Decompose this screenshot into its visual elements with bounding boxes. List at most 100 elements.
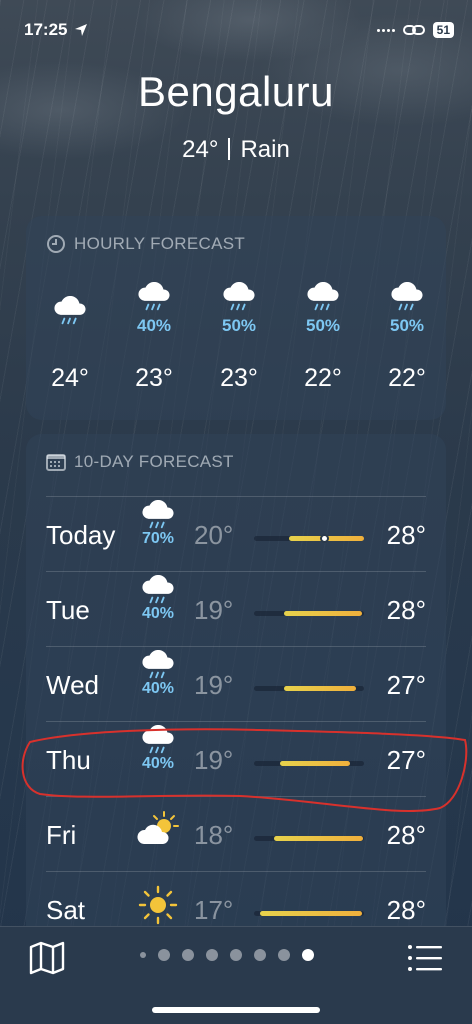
day-name: Today — [46, 520, 116, 550]
temperature-range-bar — [254, 911, 364, 916]
cloud-rain-icon — [223, 282, 255, 311]
cloud-rain-icon — [142, 500, 174, 529]
cloud-rain-icon — [54, 296, 86, 325]
temperature-range-fill — [284, 611, 362, 616]
hourly-precip: 50% — [389, 316, 425, 335]
page-dot[interactable] — [278, 949, 290, 961]
day-icon: 70% — [136, 500, 180, 548]
day-low-temp: 18° — [194, 820, 234, 850]
page-dot[interactable] — [254, 949, 266, 961]
cloud-rain-icon — [142, 650, 174, 679]
day-high-temp: 27° — [386, 670, 426, 700]
day-precip: 70% — [141, 530, 175, 547]
day-icon: 40% — [136, 650, 180, 698]
temperature-range-fill — [280, 761, 350, 766]
page-dot[interactable] — [302, 949, 314, 961]
bottom-toolbar — [0, 926, 472, 1024]
page-dot[interactable] — [158, 949, 170, 961]
hourly-temp: 23° — [135, 364, 173, 392]
ten-day-forecast-card[interactable]: 10-DAY FORECAST Today 70% 20° 28° Tue 40% 19° 2… — [26, 434, 446, 954]
hourly-item: 50% — [377, 282, 437, 336]
clock-icon — [47, 235, 65, 253]
hourly-precip: 50% — [221, 316, 257, 335]
cloud-rain-icon — [391, 282, 423, 311]
daily-row-wed[interactable]: Wed 40% 19° 27° — [26, 646, 446, 720]
signal-icon — [376, 28, 395, 32]
link-icon — [402, 25, 425, 35]
day-name: Fri — [46, 820, 77, 850]
map-icon — [29, 941, 65, 975]
hourly-forecast-card[interactable]: HOURLY FORECAST 24° 40% 23° 50% 23° 50% 22° 50%… — [26, 216, 446, 420]
hourly-item: 40% — [124, 282, 184, 336]
calendar-icon — [46, 454, 66, 471]
cloud-rain-icon — [142, 725, 174, 754]
temperature-range-bar — [254, 836, 364, 841]
day-precip: 40% — [141, 605, 175, 622]
page-dot[interactable] — [206, 949, 218, 961]
cloud-rain-icon — [138, 282, 170, 311]
current-summary: 24° Rain — [0, 136, 472, 164]
hourly-forecast-title: HOURLY FORECAST — [74, 234, 246, 253]
day-low-temp: 19° — [194, 595, 234, 625]
daily-row-thu[interactable]: Thu 40% 19° 27° — [26, 721, 446, 795]
temperature-range-fill — [274, 836, 363, 841]
map-button[interactable] — [28, 941, 66, 975]
page-dot[interactable] — [230, 949, 242, 961]
day-low-temp: 20° — [194, 520, 234, 550]
city-list-button[interactable] — [406, 941, 444, 975]
day-high-temp: 28° — [386, 820, 426, 850]
day-icon — [136, 810, 180, 848]
hourly-temp: 24° — [51, 364, 89, 392]
temperature-range-bar — [254, 611, 364, 616]
day-icon: 40% — [136, 575, 180, 623]
cloud-rain-icon — [307, 282, 339, 311]
home-indicator[interactable] — [152, 1007, 320, 1013]
day-name: Thu — [46, 745, 91, 775]
partly-sunny-icon — [137, 811, 179, 844]
ten-day-forecast-title: 10-DAY FORECAST — [74, 452, 234, 471]
hourly-precip — [40, 330, 100, 350]
status-bar: 17:25 51 — [24, 18, 454, 42]
summary-divider — [228, 138, 231, 160]
battery-indicator: 51 — [432, 22, 454, 38]
day-name: Wed — [46, 670, 99, 700]
hourly-temp: 22° — [388, 364, 426, 392]
hourly-forecast-header: HOURLY FORECAST — [46, 234, 245, 254]
page-dot[interactable] — [140, 952, 146, 958]
hourly-precip: 40% — [136, 316, 172, 335]
ten-day-forecast-header: 10-DAY FORECAST — [46, 452, 234, 472]
page-dot[interactable] — [182, 949, 194, 961]
daily-row-fri[interactable]: Fri 18° 28° — [26, 796, 446, 870]
day-icon: 40% — [136, 725, 180, 773]
day-high-temp: 27° — [386, 745, 426, 775]
day-low-temp: 17° — [194, 895, 234, 925]
day-name: Tue — [46, 595, 90, 625]
sun-icon — [138, 885, 178, 925]
cloud-rain-icon — [142, 575, 174, 604]
page-indicator[interactable] — [140, 949, 314, 961]
hourly-item — [40, 296, 100, 350]
day-icon — [136, 885, 180, 925]
temperature-range-bar — [254, 761, 364, 766]
hourly-item: 50% — [293, 282, 353, 336]
daily-row-today[interactable]: Today 70% 20° 28° — [26, 496, 446, 570]
hourly-item: 50% — [209, 282, 269, 336]
day-high-temp: 28° — [386, 520, 426, 550]
location-arrow-icon — [75, 24, 88, 36]
current-temp-dot — [320, 534, 329, 543]
temperature-range-bar — [254, 534, 364, 543]
temperature-range-fill — [260, 911, 362, 916]
day-precip: 40% — [141, 680, 175, 697]
day-high-temp: 28° — [386, 895, 426, 925]
day-low-temp: 19° — [194, 745, 234, 775]
hourly-temp: 23° — [220, 364, 258, 392]
daily-row-tue[interactable]: Tue 40% 19° 28° — [26, 571, 446, 645]
day-name: Sat — [46, 895, 86, 925]
temperature-range-fill — [284, 686, 356, 691]
current-temperature: 24° — [182, 136, 219, 163]
day-high-temp: 28° — [386, 595, 426, 625]
day-low-temp: 19° — [194, 670, 234, 700]
hourly-temp: 22° — [304, 364, 342, 392]
hourly-precip: 50% — [305, 316, 341, 335]
list-icon — [408, 945, 442, 971]
